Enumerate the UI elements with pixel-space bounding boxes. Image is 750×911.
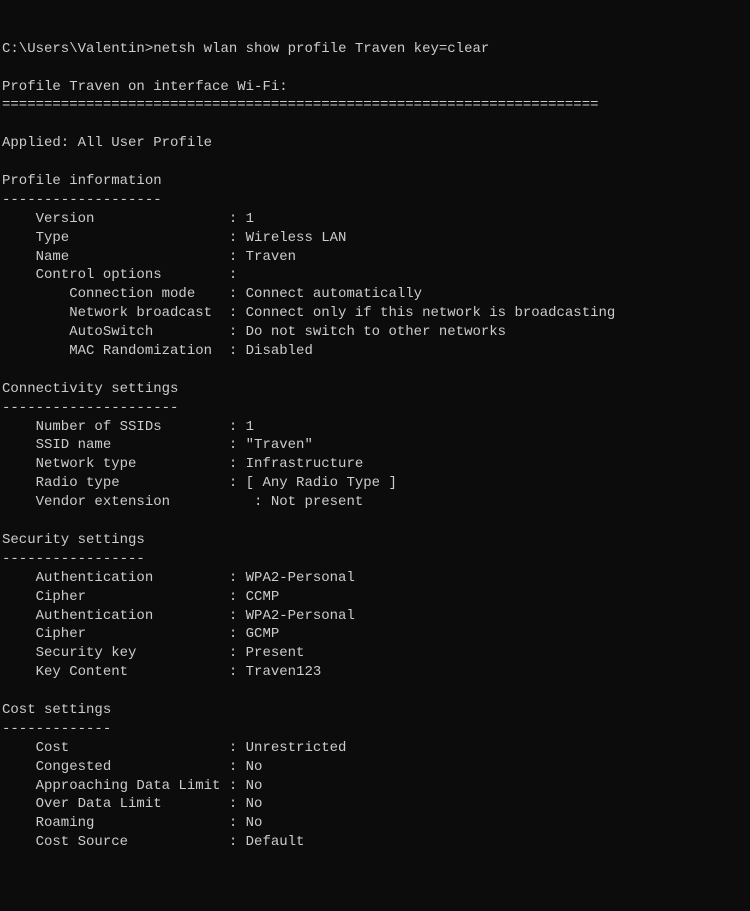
dash-divider: ----------------- (2, 551, 145, 567)
authentication-line-1: Authentication : WPA2-Personal (2, 570, 355, 586)
prompt-path: C:\Users\Valentin> (2, 41, 153, 57)
key-content-line: Key Content : Traven123 (2, 664, 321, 680)
ssid-name-line: SSID name : "Traven" (2, 437, 313, 453)
dash-divider: ------------------- (2, 192, 162, 208)
prompt-line: C:\Users\Valentin>netsh wlan show profil… (2, 41, 489, 57)
congested-line: Congested : No (2, 759, 262, 775)
security-key-line: Security key : Present (2, 645, 304, 661)
num-ssids-line: Number of SSIDs : 1 (2, 419, 254, 435)
profile-info-header: Profile information (2, 173, 162, 189)
control-options-line: Control options : (2, 267, 237, 283)
dash-divider: ------------- (2, 721, 111, 737)
connection-mode-line: Connection mode : Connect automatically (2, 286, 422, 302)
security-header: Security settings (2, 532, 145, 548)
cipher-line-1: Cipher : CCMP (2, 589, 279, 605)
equals-divider: ========================================… (2, 97, 599, 113)
radio-type-line: Radio type : [ Any Radio Type ] (2, 475, 397, 491)
vendor-extension-line: Vendor extension : Not present (2, 494, 363, 510)
dash-divider: --------------------- (2, 400, 178, 416)
network-type-line: Network type : Infrastructure (2, 456, 363, 472)
cost-line: Cost : Unrestricted (2, 740, 346, 756)
applied-line: Applied: All User Profile (2, 135, 212, 151)
cipher-line-2: Cipher : GCMP (2, 626, 279, 642)
cost-header: Cost settings (2, 702, 111, 718)
roaming-line: Roaming : No (2, 815, 262, 831)
terminal-output: C:\Users\Valentin>netsh wlan show profil… (2, 40, 748, 852)
authentication-line-2: Authentication : WPA2-Personal (2, 608, 355, 624)
name-line: Name : Traven (2, 249, 296, 265)
command-text: netsh wlan show profile Traven key=clear (153, 41, 489, 57)
autoswitch-line: AutoSwitch : Do not switch to other netw… (2, 324, 506, 340)
approaching-line: Approaching Data Limit : No (2, 778, 262, 794)
type-line: Type : Wireless LAN (2, 230, 346, 246)
over-limit-line: Over Data Limit : No (2, 796, 262, 812)
cost-source-line: Cost Source : Default (2, 834, 304, 850)
connectivity-header: Connectivity settings (2, 381, 178, 397)
version-line: Version : 1 (2, 211, 254, 227)
profile-header: Profile Traven on interface Wi-Fi: (2, 79, 288, 95)
mac-randomization-line: MAC Randomization : Disabled (2, 343, 313, 359)
network-broadcast-line: Network broadcast : Connect only if this… (2, 305, 615, 321)
